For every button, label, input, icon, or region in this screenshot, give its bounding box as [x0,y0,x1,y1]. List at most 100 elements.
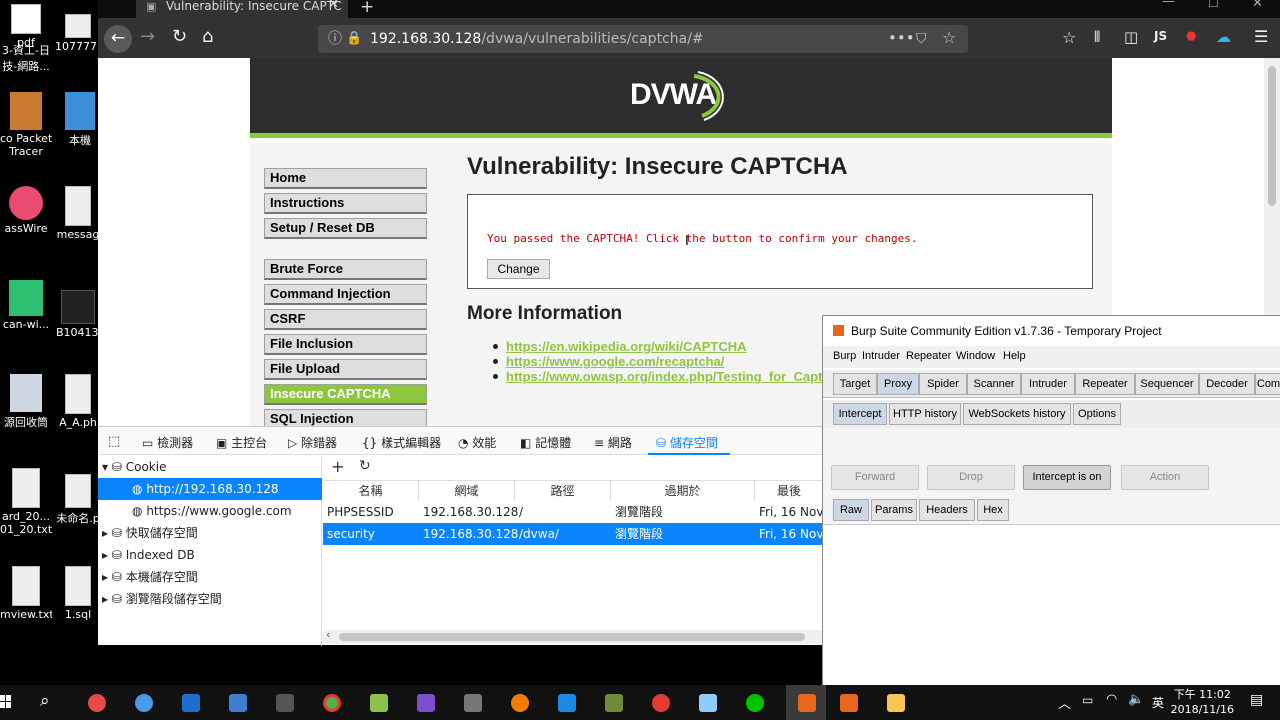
notifications-icon[interactable]: ▤ [1250,692,1263,708]
menu-sql-injection[interactable]: SQL Injection [264,409,427,426]
burp-subtab-http-history[interactable]: HTTP history [889,403,961,425]
tree-session-storage[interactable]: ▸ ⛁ 瀏覽階段儲存空間 [98,588,322,610]
link-owasp-captcha[interactable]: https://www.owasp.org/index.php/Testing_… [506,369,830,384]
desktop-icon-untitled[interactable]: 未命名.p [56,474,100,526]
tree-cookie-host-google[interactable]: ◍ https://www.google.com [98,500,322,522]
window-close-icon[interactable]: ✕ [1252,0,1263,11]
app-icon[interactable] [699,694,717,712]
col-header-path[interactable]: 路徑 [515,481,611,501]
tree-local-storage[interactable]: ▸ ⛁ 本機儲存空間 [98,566,322,588]
menu-instructions[interactable]: Instructions [264,193,427,214]
minecraft-icon[interactable] [605,694,623,712]
edge-icon[interactable] [182,694,200,712]
virtualbox-icon[interactable] [558,694,576,712]
desktop-icon-php-file[interactable]: A_A.ph [56,374,100,429]
menu-file-inclusion[interactable]: File Inclusion [264,334,427,355]
tree-cookie[interactable]: ▾ ⛁ Cookie [98,456,322,478]
battery-icon[interactable]: ▭ [1082,693,1093,707]
burp-tab-target[interactable]: Target [833,373,877,395]
burp-subtab-options[interactable]: Options [1073,403,1121,425]
drop-button[interactable]: Drop [927,465,1015,490]
desktop-icon-sql[interactable]: 1.sql [56,566,100,621]
notepad-icon[interactable] [370,694,388,712]
sidebar-icon[interactable]: ◫ [1124,28,1138,46]
scrollbar-thumb[interactable] [1268,66,1276,206]
burp-tab-sequencer[interactable]: Sequencer [1135,373,1199,395]
browser-tab[interactable]: ▣ Vulnerability: Insecure CAPTC ✕ [136,0,348,18]
start-icon[interactable] [0,695,12,709]
cloud-icon[interactable]: ☁ [1216,28,1231,46]
burp-menu-window[interactable]: Window [956,350,995,362]
menu-insecure-captcha[interactable]: Insecure CAPTCHA [264,384,427,405]
wifi-icon[interactable]: ◠ [1106,692,1117,707]
menu-file-upload[interactable]: File Upload [264,359,427,380]
tab-console[interactable]: ▣ 主控台 [216,434,267,451]
desktop-icon-this-pc[interactable]: 本機 [60,92,100,148]
table-row[interactable]: security 192.168.30.128 /dvwa/ 瀏覽階段 Fri,… [323,523,823,545]
add-item-icon[interactable]: + [331,457,344,476]
url-bar[interactable]: ⓘ 🔒 192.168.30.128/dvwa/vulnerabilities/… [318,25,968,53]
app-icon[interactable] [135,694,153,712]
menu-brute-force[interactable]: Brute Force [264,259,427,280]
burp-view-raw[interactable]: Raw [833,499,869,521]
burp-view-headers[interactable]: Headers [919,499,975,521]
table-row[interactable]: PHPSESSID 192.168.30.128 / 瀏覽階段 Fri, 16 … [323,501,823,523]
col-header-expires[interactable]: 過期於 [611,481,755,501]
element-picker-icon[interactable]: ⬚ [108,434,120,449]
tree-cache-storage[interactable]: ▸ ⛁ 快取儲存空間 [98,522,322,544]
burp-tab-intruder[interactable]: Intruder [1021,373,1075,395]
desktop-icon-packet-tracer[interactable]: co Packet Tracer [0,92,52,158]
menu-home[interactable]: Home [264,168,427,189]
app-icon[interactable] [840,694,858,712]
insecure-lock-icon[interactable]: 🔒 [346,25,362,53]
firefox-icon[interactable] [511,694,529,712]
forward-button[interactable]: Forward [831,465,919,490]
clock[interactable]: 下午 11:02 2018/11/16 [1171,687,1234,717]
js-icon[interactable]: JS [1154,29,1167,43]
horizontal-scrollbar[interactable]: ‹ [323,628,823,644]
desktop-icon-network[interactable]: 3-資工-日 技-網路... [0,42,52,74]
maximize-icon[interactable]: ☐ [1208,0,1219,10]
desktop-icon-mview[interactable]: mview.txt [0,566,52,621]
tree-cookie-host-local[interactable]: ◍ http://192.168.30.128 [98,478,322,500]
desktop-icon-scan-wifi[interactable]: can-wi... [0,280,52,331]
vivaldi-icon[interactable] [652,694,670,712]
menu-setup-reset-db[interactable]: Setup / Reset DB [264,218,427,239]
tab-memory[interactable]: ◧ 記憶體 [520,434,571,451]
burp-menu-intruder[interactable]: Intruder [862,350,900,362]
burp-menu-burp[interactable]: Burp [833,350,856,362]
desktop-icon-txt-file[interactable]: ard_20... 01_20.txt [0,468,52,536]
tab-style-editor[interactable]: {} 樣式編輯器 [362,434,441,451]
col-header-last-accessed[interactable]: 最後 [755,481,823,501]
visual-studio-icon[interactable] [417,694,435,712]
change-button[interactable]: Change [487,259,550,279]
screenshot-icon[interactable] [464,694,482,712]
menu-csrf[interactable]: CSRF [264,309,427,330]
col-header-domain[interactable]: 網域 [419,481,515,501]
burp-tab-repeater[interactable]: Repeater [1075,373,1135,395]
scroll-left-icon[interactable]: ‹ [326,628,330,641]
chrome-icon[interactable] [323,694,341,712]
menu-icon[interactable]: ☰ [1254,27,1268,46]
search-icon[interactable]: ⌕ [40,691,50,711]
tab-network[interactable]: ≡ 網路 [594,434,632,451]
reload-icon[interactable]: ↻ [172,26,187,47]
link-wikipedia-captcha[interactable]: https://en.wikipedia.org/wiki/CAPTCHA [506,339,747,354]
tab-storage[interactable]: ⛁ 儲存空間 [656,434,718,451]
menu-command-injection[interactable]: Command Injection [264,284,427,305]
tree-indexed-db[interactable]: ▸ ⛁ Indexed DB [98,544,322,566]
col-header-name[interactable]: 名稱 [323,481,419,501]
page-actions-icon[interactable]: ••• [888,24,915,52]
desktop-icon-message[interactable]: messag [56,186,100,241]
desktop-icon-file[interactable]: 1077777 [55,14,100,53]
link-google-recaptcha[interactable]: https://www.google.com/recaptcha/ [506,354,724,369]
burp-subtab-websockets-history[interactable]: WebSockets history [963,403,1071,425]
volume-icon[interactable]: 🔈 [1128,692,1144,707]
scrollbar-thumb[interactable] [339,633,805,641]
action-button[interactable]: Action [1121,465,1209,490]
burp-tab-comparer[interactable]: Com [1255,373,1280,395]
store-icon[interactable] [229,694,247,712]
burp-menu-help[interactable]: Help [1003,350,1026,362]
terminal-icon[interactable] [276,694,294,712]
burp-message-editor[interactable] [823,524,1280,686]
